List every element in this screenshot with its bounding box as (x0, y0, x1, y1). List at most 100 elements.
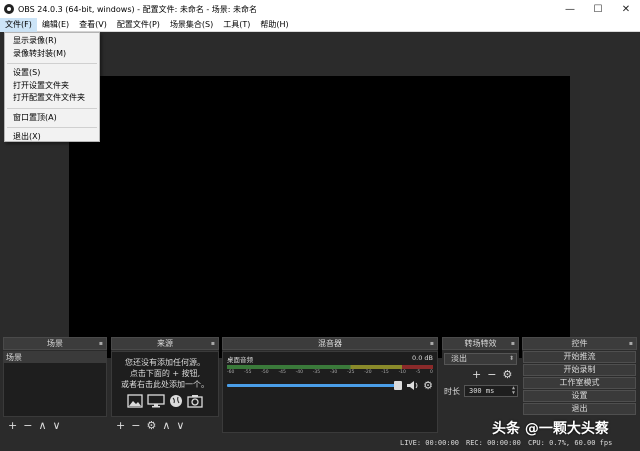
duration-input[interactable]: 300 ms ▲ ▼ (464, 385, 518, 397)
scenes-dock: 场景 ▪ 场景 + − ∧ ∨ (3, 337, 107, 433)
mixer-body: 桌面音频 0.0 dB -60 -55 -50 -45 -40 -35 -30 … (222, 351, 438, 433)
menu-bar: 文件(F) 编辑(E) 查看(V) 配置文件(P) 场景集合(S) 工具(T) … (0, 17, 640, 32)
menu-item-show-recordings[interactable]: 显示录像(R) (5, 35, 99, 48)
menu-separator (7, 127, 97, 128)
start-recording-button[interactable]: 开始录制 (523, 364, 636, 376)
hint-line: 您还没有添加任何源。 (125, 358, 205, 367)
menu-separator (7, 107, 97, 109)
tick-label: -30 (329, 370, 338, 375)
sources-empty-hint: 您还没有添加任何源。 点击下面的 + 按钮, 或者右击此处添加一个。 (112, 352, 218, 390)
move-down-icon[interactable]: ∨ (53, 419, 61, 432)
menu-item-exit[interactable]: 退出(X) (5, 131, 99, 144)
menu-tools[interactable]: 工具(T) (218, 18, 255, 32)
tick-label: -5 (415, 370, 421, 375)
settings-button[interactable]: 设置 (523, 390, 636, 402)
source-type-icons (112, 394, 218, 408)
image-icon (127, 394, 143, 408)
close-button[interactable]: ✕ (612, 0, 640, 18)
tick-label: -50 (261, 370, 269, 375)
file-menu-dropdown: 显示录像(R) 录像转封装(M) 设置(S) 打开设置文件夹 打开配置文件文件夹… (4, 32, 100, 142)
sources-dock-header: 来源 ▪ (111, 337, 219, 350)
volume-control-row: ⚙ (227, 379, 433, 392)
menu-help[interactable]: 帮助(H) (255, 18, 293, 32)
volume-slider-handle[interactable] (394, 381, 403, 390)
scenes-list[interactable]: 场景 (3, 351, 107, 417)
tick-label: -10 (398, 370, 406, 375)
studio-mode-button[interactable]: 工作室模式 (523, 377, 636, 389)
hint-line: 或者右击此处添加一个。 (121, 380, 209, 389)
tick-label: -45 (278, 370, 286, 375)
transition-selected: 淡出 (451, 354, 467, 363)
menu-view[interactable]: 查看(V) (74, 18, 112, 32)
tick-label: -40 (295, 370, 303, 375)
hint-line: 点击下面的 + 按钮, (129, 369, 201, 378)
menu-item-open-settings-folder[interactable]: 打开设置文件夹 (5, 80, 99, 93)
menu-file[interactable]: 文件(F) (0, 17, 37, 32)
add-icon[interactable]: + (116, 419, 125, 432)
menu-item-always-on-top[interactable]: 窗口置顶(A) (5, 112, 99, 125)
add-icon[interactable]: + (8, 419, 17, 432)
float-dock-icon[interactable]: ▪ (99, 338, 103, 349)
mixer-dock: 混音器 ▪ 桌面音频 0.0 dB -60 -55 -50 -45 -40 -3… (222, 337, 438, 433)
move-down-icon[interactable]: ∨ (176, 419, 184, 432)
transitions-toolbar: + − ⚙ (442, 368, 519, 381)
scene-item[interactable]: 场景 (4, 352, 106, 363)
move-up-icon[interactable]: ∧ (38, 419, 46, 432)
sources-dock-title: 来源 (157, 339, 173, 348)
menu-profile[interactable]: 配置文件(P) (112, 18, 165, 32)
menu-separator (7, 63, 97, 64)
preview-canvas[interactable] (69, 76, 570, 358)
live-status: LIVE: 00:00:00 (400, 439, 460, 447)
camera-icon (187, 395, 203, 408)
tick-label: -55 (244, 370, 252, 375)
spin-arrows-icon[interactable]: ▲ ▼ (512, 386, 515, 396)
start-streaming-button[interactable]: 开始推流 (523, 351, 636, 363)
gear-icon[interactable]: ⚙ (146, 419, 156, 432)
transitions-dock-title: 转场特效 (464, 339, 497, 348)
float-dock-icon[interactable]: ▪ (430, 338, 434, 349)
controls-dock-header: 控件 ▪ (522, 337, 637, 350)
status-bar: LIVE: 00:00:00 REC: 00:00:00 CPU: 0.7%, … (0, 437, 640, 451)
move-up-icon[interactable]: ∧ (162, 419, 170, 432)
maximize-button[interactable]: ☐ (584, 0, 612, 18)
scenes-dock-header: 场景 ▪ (3, 337, 107, 350)
volume-slider[interactable] (227, 381, 403, 390)
menu-scene-collection[interactable]: 场景集合(S) (165, 18, 218, 32)
sources-toolbar: + − ⚙ ∧ ∨ (111, 417, 219, 433)
sources-list[interactable]: 您还没有添加任何源。 点击下面的 + 按钮, 或者右击此处添加一个。 (111, 351, 219, 417)
minimize-button[interactable]: — (556, 0, 584, 18)
tick-label: -20 (364, 370, 372, 375)
remove-icon[interactable]: − (23, 419, 32, 432)
watermark: 头条 @一颗大头蔡 (492, 421, 609, 437)
remove-icon[interactable]: − (487, 368, 496, 381)
transition-select[interactable]: 淡出 ⬍ (444, 353, 517, 365)
scenes-toolbar: + − ∧ ∨ (3, 417, 107, 433)
float-dock-icon[interactable]: ▪ (511, 338, 515, 349)
controls-dock-title: 控件 (571, 339, 588, 348)
title-bar: OBS 24.0.3 (64-bit, windows) - 配置文件: 未命名… (0, 0, 640, 18)
add-icon[interactable]: + (472, 368, 481, 381)
volume-meter (227, 365, 433, 369)
cpu-status: CPU: 0.7%, 60.00 fps (528, 439, 613, 447)
obs-logo-icon (4, 4, 14, 14)
duration-label: 时长 (444, 386, 460, 396)
exit-button[interactable]: 退出 (523, 403, 636, 415)
speaker-icon[interactable] (406, 380, 420, 391)
menu-item-open-profile-folder[interactable]: 打开配置文件文件夹 (5, 92, 99, 105)
globe-icon (170, 395, 182, 407)
duration-row: 时长 300 ms ▲ ▼ (442, 385, 519, 397)
menu-edit[interactable]: 编辑(E) (37, 18, 74, 32)
monitor-icon (147, 394, 165, 408)
float-dock-icon[interactable]: ▪ (629, 338, 633, 349)
gear-icon[interactable]: ⚙ (502, 368, 512, 381)
tick-label: -15 (381, 370, 389, 375)
remove-icon[interactable]: − (131, 419, 140, 432)
channel-level: 0.0 dB (412, 354, 433, 362)
chevron-updown-icon: ⬍ (508, 355, 514, 362)
tick-label: 0 (430, 370, 433, 375)
menu-item-settings[interactable]: 设置(S) (5, 67, 99, 80)
window-title: OBS 24.0.3 (64-bit, windows) - 配置文件: 未命名… (18, 4, 258, 14)
float-dock-icon[interactable]: ▪ (211, 338, 215, 349)
gear-icon[interactable]: ⚙ (423, 379, 433, 392)
menu-item-remux-recordings[interactable]: 录像转封装(M) (5, 48, 99, 61)
